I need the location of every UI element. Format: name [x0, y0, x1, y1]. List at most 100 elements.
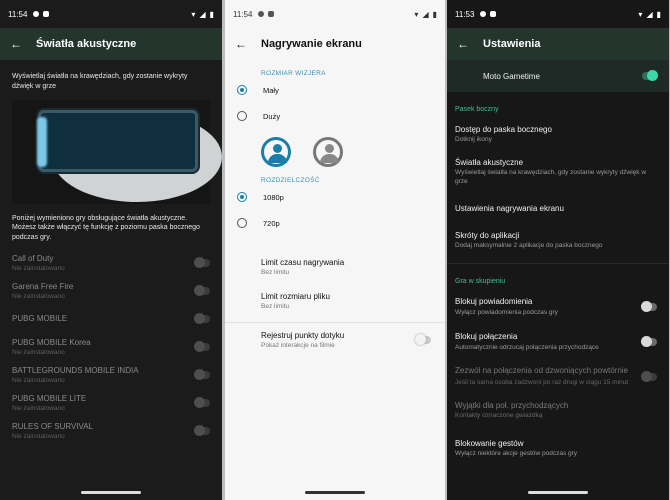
back-arrow-icon[interactable]: ←: [10, 37, 26, 51]
resolution-label: ROZDZIELCZOŚĆ: [261, 177, 320, 184]
wifi-icon: ◢: [199, 9, 206, 19]
status-time: 11:53: [455, 9, 475, 19]
back-arrow-icon[interactable]: ←: [457, 37, 473, 51]
edge-light: [37, 116, 47, 167]
setting-name: Skróty do aplikacji: [455, 231, 520, 241]
block-notifications-toggle[interactable]: [641, 301, 657, 313]
gesture-blocking[interactable]: Blokowanie gestów Wyłącz niektóre akcje g…: [447, 429, 669, 466]
sidebar-section-title: Pasek boczny: [455, 106, 499, 113]
setting-name: Blokowanie gestów: [455, 438, 524, 448]
game-row[interactable]: Call of Duty Nie zainstalowano: [0, 249, 222, 277]
size-option-large[interactable]: Duży: [225, 103, 445, 129]
home-indicator[interactable]: [305, 491, 365, 494]
person-icon[interactable]: [261, 137, 291, 167]
gametime-row[interactable]: Moto Gametime: [447, 60, 669, 92]
menu-value: Bez limitu: [261, 269, 290, 276]
app-bar: ← Ustawienia: [447, 28, 669, 60]
notification-icon: [43, 11, 50, 17]
repeat-callers-row[interactable]: Zezwól na połączenia od dzwoniących powt…: [447, 360, 669, 395]
screen-recording-setting[interactable]: Ustawienia nagrywania ekranu: [447, 194, 669, 225]
radio-button[interactable]: [237, 111, 247, 121]
game-status: Nie zainstalowano: [12, 404, 65, 412]
game-name: BATTLEGROUNDS MOBILE INDIA: [12, 365, 139, 375]
games-description: Poniżej wymieniono gry obsługujące świat…: [12, 214, 200, 242]
setting-desc: Dotknij ikony: [455, 136, 492, 143]
app-bar: ← Światła akustyczne: [0, 28, 222, 60]
menu-label: Limit rozmiaru pliku: [261, 292, 330, 301]
game-row[interactable]: Garena Free Fire Nie zainstalowano: [0, 277, 222, 305]
status-time: 11:54: [8, 9, 28, 19]
game-name: Garena Free Fire: [12, 281, 74, 291]
recording-time-limit[interactable]: Limit czasu nagrywania Bez limitu: [225, 236, 445, 282]
game-row[interactable]: PUBG MOBILE LITE Nie zainstalowano: [0, 389, 222, 417]
setting-desc: Jeśli ta sama osoba zadzwoni po raz drug…: [455, 378, 629, 386]
radio-label: 720p: [263, 218, 280, 228]
battery-icon: ▮: [656, 9, 661, 19]
app-shortcuts-setting[interactable]: Skróty do aplikacji Dodaj maksymalnie 2 a…: [447, 225, 669, 258]
game-status: Nie zainstalowano: [12, 292, 65, 300]
game-toggle[interactable]: [194, 368, 210, 380]
person-icon[interactable]: [313, 137, 343, 167]
notification-icon: [480, 11, 487, 17]
back-arrow-icon[interactable]: ←: [235, 37, 251, 51]
audio-lights-screen: 11:54 ▾ ◢ ▮ ← Światła akustyczne Wyświetla…: [0, 0, 222, 500]
status-bar: 11:54 ▾ ◢ ▮: [225, 0, 445, 28]
game-toggle[interactable]: [194, 256, 210, 268]
touch-points-row[interactable]: Rejestruj punkty dotyku Pokaż interakcje…: [225, 323, 445, 349]
resolution-option-1080[interactable]: 1080p: [225, 184, 445, 210]
game-toggle[interactable]: [194, 340, 210, 352]
notification-icon: [268, 11, 275, 17]
game-name: RULES OF SURVIVAL: [12, 421, 94, 431]
resolution-option-720[interactable]: 720p: [225, 210, 445, 236]
file-size-limit[interactable]: Limit rozmiaru pliku Bez limitu: [225, 282, 445, 316]
radio-button[interactable]: [237, 192, 247, 202]
radio-label: Mały: [263, 85, 279, 95]
game-toggle[interactable]: [194, 424, 210, 436]
setting-desc: Kontakty oznaczone gwiazdką: [455, 412, 543, 420]
incoming-exceptions[interactable]: Wyjątki dla poł. przychodzących Kontakty …: [447, 395, 669, 428]
size-option-small[interactable]: Mały: [225, 77, 445, 103]
block-notifications-row[interactable]: Blokuj powiadomienia Wyłącz powiadomienia…: [447, 291, 669, 326]
game-row[interactable]: PUBG MOBILE: [0, 305, 222, 333]
touch-points-toggle[interactable]: [415, 334, 431, 345]
game-row[interactable]: PUBG MOBILE Korea Nie zainstalowano: [0, 333, 222, 361]
block-calls-toggle[interactable]: [641, 335, 657, 347]
menu-value: Pokaż interakcje na filmie: [261, 342, 335, 349]
game-name: PUBG MOBILE Korea: [12, 337, 91, 347]
setting-name: Światła akustyczne: [455, 158, 524, 168]
game-toggle[interactable]: [194, 312, 210, 324]
radio-button[interactable]: [237, 218, 247, 228]
home-indicator[interactable]: [81, 491, 141, 494]
radio-label: 1080p: [263, 192, 284, 202]
audio-lights-illustration: [12, 99, 222, 204]
status-time: 11:54: [233, 9, 253, 19]
setting-desc: Wyłącz niektóre akcje gestów podczas gry: [455, 449, 578, 457]
game-row[interactable]: RULES OF SURVIVAL Nie zainstalowano: [0, 417, 222, 445]
home-indicator[interactable]: [528, 491, 588, 494]
game-status: Nie zainstalowano: [12, 432, 65, 440]
signal-icon: ▾: [414, 9, 419, 19]
setting-name: Blokuj powiadomienia: [455, 296, 533, 306]
signal-icon: ▾: [191, 9, 196, 19]
game-status: Nie zainstalowano: [12, 376, 65, 384]
phone-illustration: [37, 109, 198, 172]
game-toggle[interactable]: [194, 396, 210, 408]
games-list: Call of Duty Nie zainstalowano Garena Fre…: [0, 249, 222, 445]
app-bar: ← Nagrywanie ekranu: [225, 28, 445, 60]
repeat-callers-toggle[interactable]: [641, 370, 657, 382]
gametime-toggle[interactable]: [642, 70, 658, 81]
sidebar-access[interactable]: Dostęp do paska bocznego Dotknij ikony: [447, 119, 669, 152]
wifi-icon: ◢: [422, 9, 429, 19]
viewfinder-preview: [225, 129, 445, 175]
setting-name: Dostęp do paska bocznego: [455, 125, 552, 134]
game-row[interactable]: BATTLEGROUNDS MOBILE INDIA Nie zainstalow…: [0, 361, 222, 389]
page-title: Nagrywanie ekranu: [261, 38, 362, 50]
radio-button[interactable]: [237, 85, 247, 95]
battery-icon: ▮: [432, 9, 437, 19]
settings-screen: 11:53 ▾ ◢ ▮ ← Ustawienia Moto Gametime Pas…: [447, 0, 669, 500]
setting-name: Zezwól na połączenia od dzwoniących powt…: [455, 366, 628, 376]
game-name: Call of Duty: [12, 253, 54, 263]
block-calls-row[interactable]: Blokuj połączenia Automatycznie odrzucaj …: [447, 326, 669, 361]
audio-lights-setting[interactable]: Światła akustyczne Wyświetlaj światła na …: [447, 152, 669, 194]
game-toggle[interactable]: [194, 284, 210, 296]
